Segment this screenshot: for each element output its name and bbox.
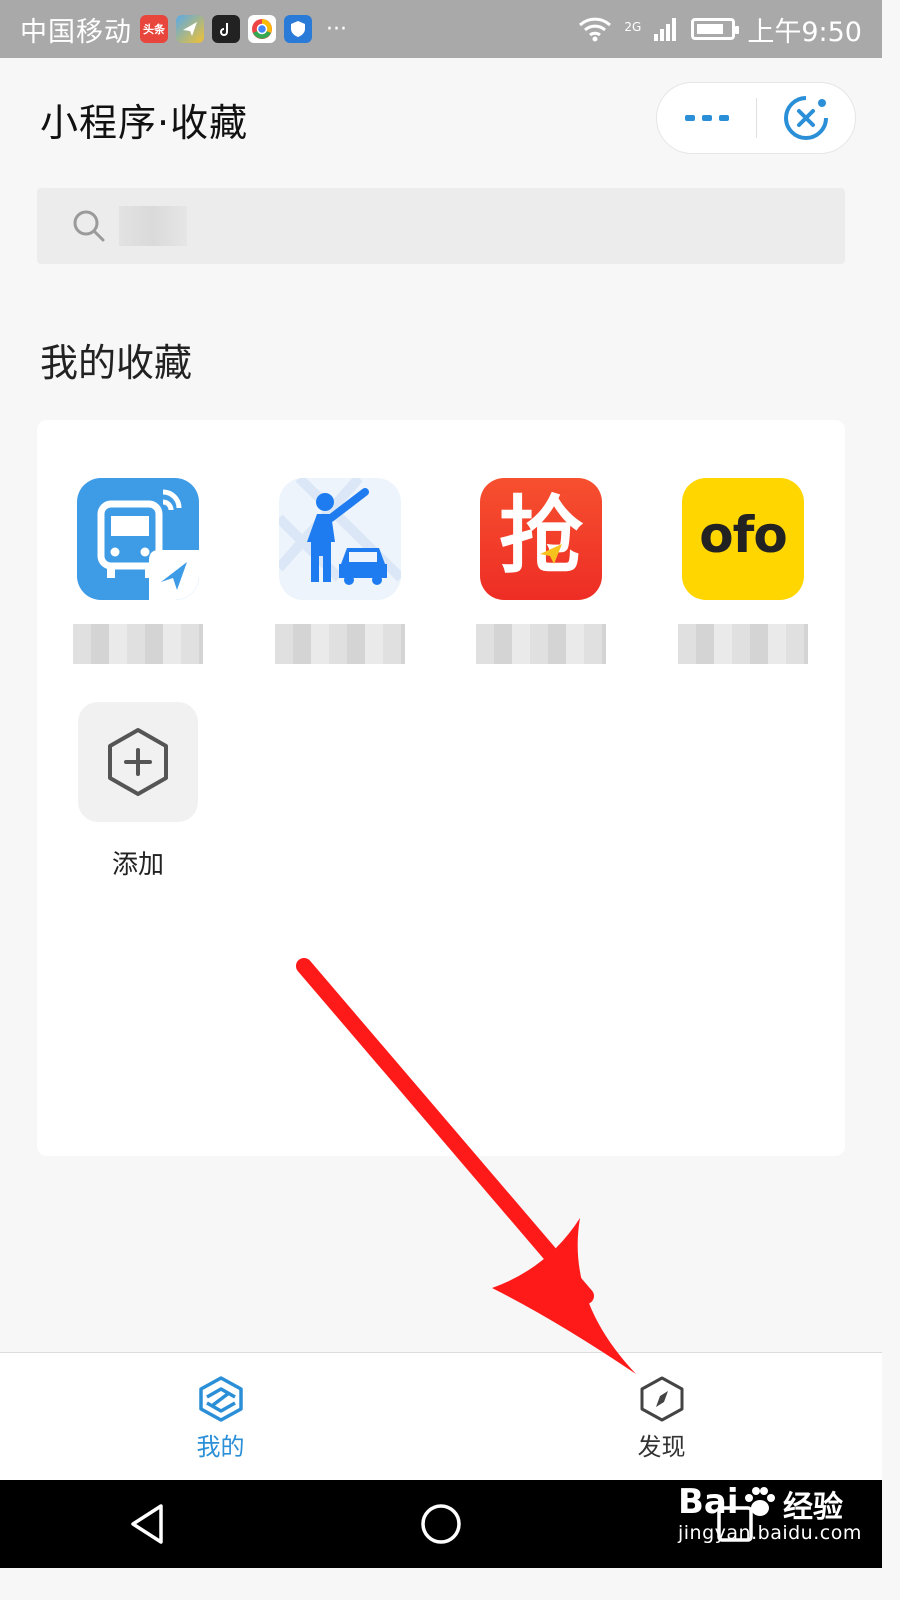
- more-button[interactable]: [657, 82, 756, 154]
- ofo-app-logo: ofo: [699, 506, 787, 564]
- grab-app-icon: 抢: [480, 478, 602, 600]
- shield-icon: [284, 15, 312, 43]
- tab-mine-label: 我的: [196, 1433, 245, 1461]
- back-button[interactable]: [107, 1494, 187, 1554]
- add-favorite-button[interactable]: 添加: [58, 702, 218, 881]
- add-label: 添加: [111, 850, 164, 880]
- home-icon: [421, 1504, 461, 1544]
- watermark-url: jingyan.baidu.com: [678, 1522, 862, 1544]
- favorite-app-3[interactable]: 抢: [461, 478, 621, 664]
- favorite-app-2[interactable]: [260, 478, 420, 664]
- close-icon: [784, 96, 828, 140]
- app-name-blurred: [73, 624, 203, 664]
- app-name-blurred: [476, 624, 606, 664]
- favorite-app-1[interactable]: [58, 478, 218, 664]
- chrome-icon: [248, 15, 276, 43]
- carrier-label: 中国移动: [20, 16, 132, 48]
- bus-app-icon: [77, 478, 199, 600]
- add-hexagon-icon: [108, 728, 168, 796]
- grab-app-glyph: 抢: [498, 487, 583, 585]
- toutiao-icon: 头条: [140, 15, 168, 43]
- tab-mine[interactable]: 我的: [0, 1353, 441, 1481]
- app-name-blurred: [275, 624, 405, 664]
- more-icon: [684, 115, 729, 121]
- notification-icons: 头条 ···: [140, 15, 347, 43]
- compass-icon: [640, 1376, 683, 1422]
- app-name-blurred: [678, 624, 808, 664]
- paw-icon: [745, 1487, 775, 1516]
- maps-icon: [176, 15, 204, 43]
- battery-icon: [691, 18, 740, 40]
- more-notifications-icon: ···: [326, 16, 347, 42]
- close-button[interactable]: [757, 82, 855, 154]
- tiktok-icon: [212, 15, 240, 43]
- network-type: 2G: [624, 19, 642, 34]
- baidu-jingyan-watermark: Bai 经验 jingyan.baidu.com: [670, 1478, 880, 1550]
- wifi-icon: [579, 17, 612, 42]
- taxi-app-icon: [279, 478, 401, 600]
- ofo-app-icon: ofo: [682, 478, 804, 600]
- favorites-card: 抢 ofo 添加: [37, 420, 845, 1156]
- section-title: 我的收藏: [40, 341, 193, 385]
- signal-icon: [654, 18, 677, 41]
- search-box[interactable]: [37, 188, 845, 264]
- status-right: 2G 上午9:50: [578, 10, 862, 49]
- clock: 上午9:50: [747, 16, 862, 48]
- status-bar: 中国移动 头条 ··· 2G 上午9:50: [0, 0, 882, 58]
- tab-discover-label: 发现: [637, 1433, 686, 1461]
- back-icon: [131, 1504, 163, 1544]
- capsule-menu: [656, 82, 856, 154]
- add-tile: [78, 702, 198, 822]
- favorite-app-4[interactable]: ofo: [663, 478, 823, 664]
- page-title: 小程序·收藏: [40, 101, 249, 145]
- tab-discover[interactable]: 发现: [441, 1353, 882, 1481]
- mine-icon: [198, 1376, 243, 1422]
- watermark-suffix: 经验: [783, 1490, 843, 1525]
- home-button[interactable]: [401, 1494, 481, 1554]
- battery-level: [697, 24, 723, 34]
- bottom-tab-bar: 我的 发现: [0, 1352, 882, 1481]
- watermark-logo: Bai: [678, 1482, 739, 1522]
